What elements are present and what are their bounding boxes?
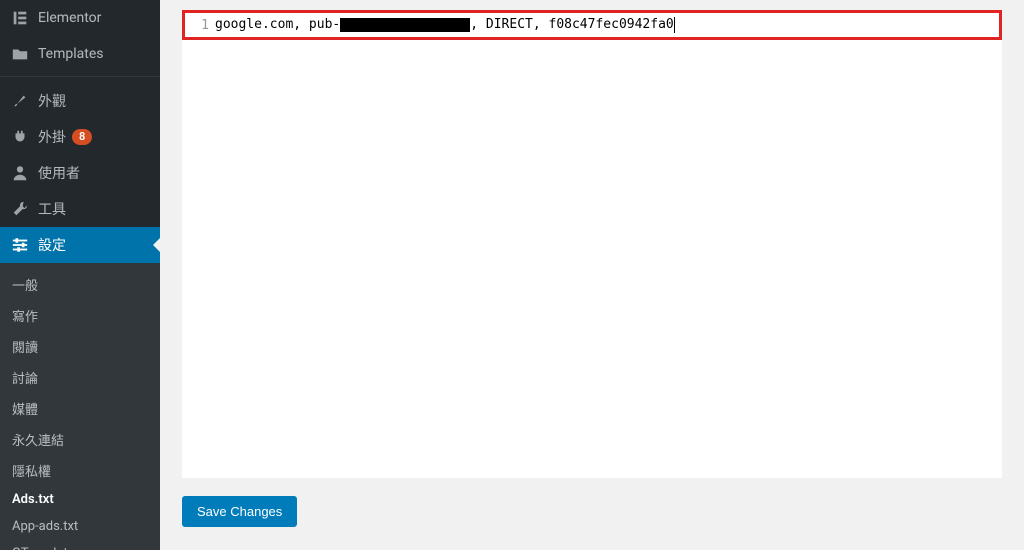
menu-users[interactable]: 使用者: [0, 155, 160, 191]
brush-icon: [10, 91, 30, 111]
submenu-permalinks[interactable]: 永久連結: [0, 424, 160, 455]
menu-settings[interactable]: 設定: [0, 227, 160, 263]
plug-icon: [10, 127, 30, 147]
menu-templates[interactable]: Templates: [0, 36, 160, 72]
user-icon: [10, 163, 30, 183]
submenu-general[interactable]: 一般: [0, 269, 160, 300]
submenu-privacy[interactable]: 隱私權: [0, 455, 160, 486]
code-part1: google.com, pub-: [215, 14, 340, 36]
settings-submenu: 一般 寫作 閱讀 討論 媒體 永久連結 隱私權 Ads.txt App-ads.…: [0, 263, 160, 550]
menu-label: 設定: [38, 235, 66, 255]
plugins-badge: 8: [72, 129, 92, 145]
line-gutter: 1: [187, 15, 215, 35]
menu-separator: [0, 72, 160, 77]
menu-label: Templates: [38, 46, 104, 62]
code-line[interactable]: google.com, pub- , DIRECT, f08c47fec0942f…: [215, 15, 997, 35]
menu-label: Elementor: [38, 10, 101, 26]
menu-plugins[interactable]: 外掛 8: [0, 119, 160, 155]
submenu-media[interactable]: 媒體: [0, 393, 160, 424]
save-button[interactable]: Save Changes: [182, 496, 297, 527]
submenu-app-ads-txt[interactable]: App-ads.txt: [0, 513, 160, 540]
menu-label: 工具: [38, 199, 66, 219]
submenu-writing[interactable]: 寫作: [0, 300, 160, 331]
elementor-icon: [10, 8, 30, 28]
submenu-discussion[interactable]: 討論: [0, 362, 160, 393]
submenu-gtranslate[interactable]: GTranslate: [0, 540, 160, 550]
menu-label: 使用者: [38, 163, 80, 183]
submenu-ads-txt[interactable]: Ads.txt: [0, 486, 160, 513]
line-number: 1: [201, 18, 209, 33]
menu-appearance[interactable]: 外觀: [0, 83, 160, 119]
code-part2: , DIRECT, f08c47fec0942fa0: [470, 14, 674, 36]
menu-elementor[interactable]: Elementor: [0, 0, 160, 36]
admin-sidebar: Elementor Templates 外觀 外掛 8 使用者 工具: [0, 0, 160, 550]
wrench-icon: [10, 199, 30, 219]
main-content: 1 google.com, pub- , DIRECT, f08c47fec094…: [160, 0, 1024, 550]
redacted-block: [340, 18, 470, 32]
text-cursor: [674, 17, 675, 33]
menu-label: 外觀: [38, 91, 66, 111]
folder-icon: [10, 44, 30, 64]
ads-txt-editor-body[interactable]: [182, 40, 1002, 478]
menu-label: 外掛: [38, 127, 66, 147]
ads-txt-editor-highlight: 1 google.com, pub- , DIRECT, f08c47fec094…: [182, 10, 1002, 40]
menu-tools[interactable]: 工具: [0, 191, 160, 227]
submenu-reading[interactable]: 閱讀: [0, 331, 160, 362]
sliders-icon: [10, 235, 30, 255]
